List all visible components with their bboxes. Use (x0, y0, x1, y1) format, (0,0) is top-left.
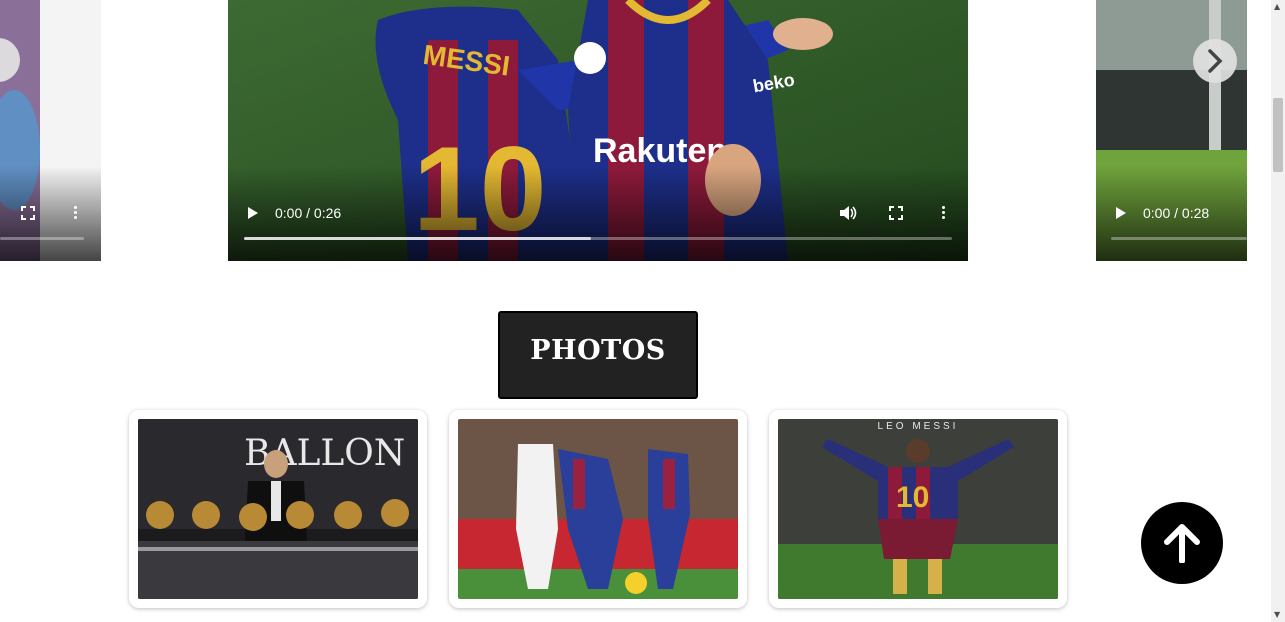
more-icon[interactable] (942, 206, 946, 221)
scroll-up-arrow-icon[interactable]: ▲ (1274, 2, 1280, 11)
video-progress-main[interactable] (244, 237, 952, 240)
page-scrollbar[interactable]: ▲ ▼ (1271, 0, 1285, 622)
more-icon[interactable] (74, 206, 78, 221)
video-player-left[interactable] (0, 0, 101, 261)
fullscreen-icon[interactable] (21, 206, 35, 220)
photos-heading: PHOTOS (498, 311, 698, 399)
scrollbar-thumb[interactable] (1273, 98, 1283, 172)
back-to-top-button[interactable] (1141, 502, 1223, 584)
photo-card[interactable]: BALLON D'OR (129, 410, 427, 608)
photo-ballon-dor: BALLON D'OR (138, 419, 418, 599)
fullscreen-icon[interactable] (889, 206, 903, 220)
video-time-right: 0:00 / 0:28 (1143, 205, 1210, 221)
video-time-main: 0:00 / 0:26 (275, 205, 342, 221)
photo-card[interactable] (449, 410, 747, 608)
play-icon[interactable] (247, 206, 259, 220)
video-progress-left[interactable] (0, 237, 84, 240)
jersey-number-photo-text: 10 (896, 481, 929, 514)
photo-match-action (458, 419, 738, 599)
photos-heading-text: PHOTOS (530, 335, 666, 366)
video-player-right[interactable]: 0:00 / 0:28 (1096, 0, 1247, 261)
video-player-main[interactable]: 10 MESSI Rakuten beko 0:00 / 0:26 (228, 0, 968, 261)
carousel-next-button[interactable] (1193, 39, 1237, 83)
video-progress-right[interactable] (1111, 237, 1247, 240)
volume-icon[interactable] (839, 205, 857, 221)
scroll-down-arrow-icon[interactable]: ▼ (1274, 610, 1280, 619)
play-icon[interactable] (1115, 206, 1127, 220)
chevron-right-icon (1208, 49, 1223, 73)
arrow-up-icon (1164, 524, 1200, 563)
photo-card[interactable]: LEO MESSI 10 (769, 410, 1067, 608)
photo-caption-text: LEO MESSI (878, 421, 959, 432)
photo-messi-back: LEO MESSI 10 (778, 419, 1058, 599)
sponsor-text: Rakuten (593, 132, 727, 170)
